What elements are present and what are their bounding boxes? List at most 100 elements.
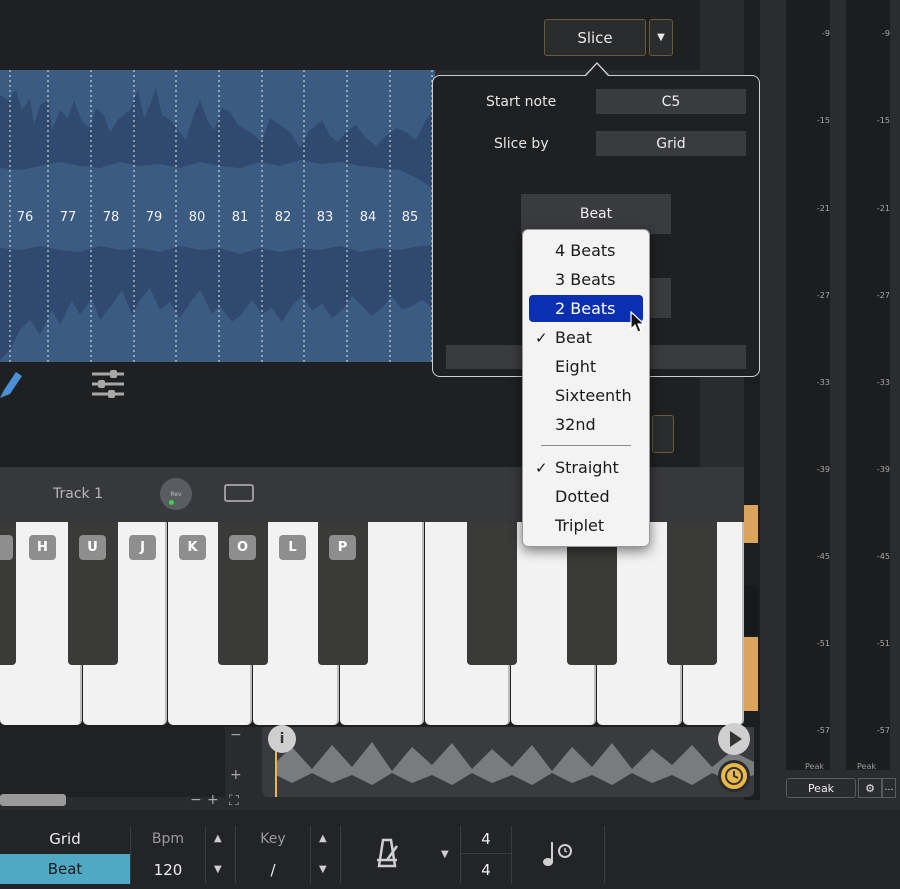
slice-number: 84 xyxy=(359,210,377,225)
note-timer-icon[interactable] xyxy=(541,838,575,868)
piano-black-key[interactable] xyxy=(667,522,717,665)
menu-item-4-beats[interactable]: 4 Beats xyxy=(529,237,643,264)
divider xyxy=(310,826,311,884)
zoom-in-button[interactable]: + xyxy=(207,792,219,808)
peak-label: Peak xyxy=(805,762,824,771)
key-shortcut-label: L xyxy=(279,535,306,560)
divider xyxy=(340,826,341,884)
clip-block[interactable] xyxy=(744,585,758,635)
key-value[interactable]: / xyxy=(236,856,310,884)
horizontal-scrollbar[interactable] xyxy=(0,794,66,806)
pencil-icon[interactable] xyxy=(0,370,22,400)
checkmark-icon: ✓ xyxy=(535,328,548,347)
bpm-value[interactable]: 120 xyxy=(131,856,205,884)
menu-item-32nd[interactable]: 32nd xyxy=(529,411,643,438)
clip-block[interactable] xyxy=(744,505,758,543)
zoom-out-vertical-button[interactable]: − xyxy=(230,727,242,743)
play-button[interactable] xyxy=(718,723,750,755)
meter-more-button[interactable]: … xyxy=(882,778,896,798)
db-label: -9 xyxy=(882,29,890,38)
reverb-knob-label: Rev xyxy=(170,490,182,498)
fit-view-icon[interactable]: ⛶ xyxy=(229,793,239,809)
mouse-cursor-icon xyxy=(630,311,646,333)
db-label: -33 xyxy=(876,378,890,387)
db-label: -21 xyxy=(876,204,890,213)
menu-item-3-beats[interactable]: 3 Beats xyxy=(529,266,643,293)
slice-number: 76 xyxy=(16,210,34,225)
menu-item-sixteenth[interactable]: Sixteenth xyxy=(529,382,643,409)
zoom-out-button[interactable]: − xyxy=(190,792,202,808)
waveform-view[interactable]: 76 77 78 79 80 81 82 83 84 85 xyxy=(0,70,435,362)
track-name[interactable]: Track 1 xyxy=(53,486,103,502)
key-shortcut-label xyxy=(0,535,13,560)
partially-hidden-button[interactable] xyxy=(652,415,674,453)
menu-item-2-beats[interactable]: 2 Beats xyxy=(529,295,643,322)
slice-by-field[interactable]: Grid xyxy=(596,131,746,156)
peak-mode-button[interactable]: Peak xyxy=(786,778,856,798)
clip-overview[interactable] xyxy=(262,727,754,797)
piano-keyboard[interactable]: H U J K O L P xyxy=(0,522,744,727)
menu-item-label: Straight xyxy=(555,458,619,477)
menu-item-triplet[interactable]: Triplet xyxy=(529,512,643,539)
sliders-icon[interactable] xyxy=(90,368,126,400)
menu-item-label: 2 Beats xyxy=(555,299,616,318)
slice-number: 80 xyxy=(188,210,206,225)
db-label: -39 xyxy=(816,465,830,474)
piano-black-key[interactable] xyxy=(467,522,517,665)
menu-item-label: Eight xyxy=(555,357,597,376)
clip-block[interactable] xyxy=(744,637,758,711)
slice-mode-dropdown-button[interactable]: ▼ xyxy=(649,19,673,56)
bpm-down-arrow-icon[interactable]: ▼ xyxy=(214,864,222,875)
slice-number: 81 xyxy=(231,210,249,225)
start-note-label: Start note xyxy=(486,94,557,110)
db-label: -39 xyxy=(876,465,890,474)
popover-arrow-inner xyxy=(586,64,608,76)
menu-item-dotted[interactable]: Dotted xyxy=(529,483,643,510)
slice-number: 77 xyxy=(59,210,77,225)
db-label: -21 xyxy=(816,204,830,213)
keyboard-icon[interactable] xyxy=(224,484,254,502)
time-signature-numerator[interactable]: 4 xyxy=(461,826,511,852)
menu-item-label: 4 Beats xyxy=(555,241,616,260)
menu-item-eight[interactable]: Eight xyxy=(529,353,643,380)
grid-value-selector[interactable]: Beat xyxy=(0,854,130,884)
zoom-in-vertical-button[interactable]: + xyxy=(230,767,242,783)
menu-item-label: Beat xyxy=(555,328,592,347)
peak-label: Peak xyxy=(857,762,876,771)
menu-item-label: Triplet xyxy=(555,516,605,535)
db-label: -57 xyxy=(876,726,890,735)
key-shortcut-label: P xyxy=(329,535,356,560)
db-label: -33 xyxy=(816,378,830,387)
slice-number: 83 xyxy=(316,210,334,225)
db-label: -27 xyxy=(876,291,890,300)
info-button[interactable]: i xyxy=(268,725,296,753)
time-signature-denominator[interactable]: 4 xyxy=(461,856,511,884)
key-shortcut-label: U xyxy=(79,535,106,560)
bpm-label: Bpm xyxy=(151,831,185,847)
menu-item-beat[interactable]: ✓ Beat xyxy=(529,324,643,351)
key-up-arrow-icon[interactable]: ▲ xyxy=(319,833,327,844)
meter-settings-button[interactable]: ⚙ xyxy=(858,778,882,798)
grid-size-button[interactable]: Beat xyxy=(521,194,671,234)
reverb-indicator xyxy=(169,500,174,505)
sync-clock-button[interactable] xyxy=(718,760,750,792)
metronome-icon[interactable] xyxy=(371,836,403,868)
info-icon: i xyxy=(279,731,285,747)
slice-mode-button[interactable]: Slice xyxy=(544,19,646,56)
metronome-dropdown-icon[interactable]: ▼ xyxy=(441,849,449,860)
chevron-down-icon: ▼ xyxy=(657,32,665,43)
checkmark-icon: ✓ xyxy=(535,458,548,477)
divider xyxy=(461,853,511,854)
bpm-up-arrow-icon[interactable]: ▲ xyxy=(214,833,222,844)
reverb-knob[interactable]: Rev xyxy=(160,478,192,510)
db-label: -9 xyxy=(822,29,830,38)
mini-waveform xyxy=(275,727,754,797)
db-label: -27 xyxy=(816,291,830,300)
key-down-arrow-icon[interactable]: ▼ xyxy=(319,864,327,875)
grid-size-menu: 4 Beats 3 Beats 2 Beats ✓ Beat Eight Sixt… xyxy=(522,229,650,547)
slice-number: 82 xyxy=(274,210,292,225)
menu-item-straight[interactable]: ✓ Straight xyxy=(529,454,643,481)
clock-icon xyxy=(725,767,743,785)
mini-overview-grid[interactable] xyxy=(0,727,225,797)
start-note-field[interactable]: C5 xyxy=(596,89,746,114)
